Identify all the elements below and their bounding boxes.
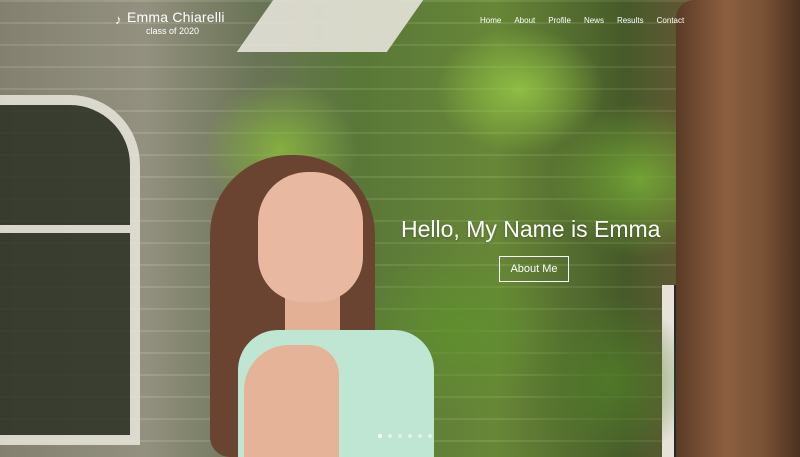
nav-home[interactable]: Home: [480, 16, 501, 25]
about-me-button[interactable]: About Me: [499, 256, 569, 282]
slider-dot[interactable]: [378, 434, 382, 438]
nav-news[interactable]: News: [584, 16, 604, 25]
brand-logo[interactable]: ♪ Emma Chiarelli class of 2020: [115, 9, 225, 36]
brand-subtitle: class of 2020: [146, 26, 200, 36]
slider-dots: [378, 434, 432, 438]
nav-about[interactable]: About: [514, 16, 535, 25]
tree-trunk: [676, 0, 800, 457]
brand-name: Emma Chiarelli: [127, 9, 225, 25]
slider-dot[interactable]: [388, 434, 392, 438]
hero-title: Hello, My Name is Emma: [401, 216, 661, 242]
portrait-face: [258, 172, 363, 302]
nav-contact[interactable]: Contact: [657, 16, 685, 25]
portrait-shoulder: [244, 345, 339, 457]
slider-dot[interactable]: [408, 434, 412, 438]
nav-profile[interactable]: Profile: [548, 16, 571, 25]
hero-background: [0, 0, 800, 457]
slider-dot[interactable]: [418, 434, 422, 438]
slider-dot[interactable]: [398, 434, 402, 438]
arched-window: [0, 95, 140, 445]
nav-results[interactable]: Results: [617, 16, 644, 25]
slider-dot[interactable]: [428, 434, 432, 438]
music-note-icon: ♪: [115, 12, 122, 27]
main-nav: Home About Profile News Results Contact: [480, 16, 697, 25]
